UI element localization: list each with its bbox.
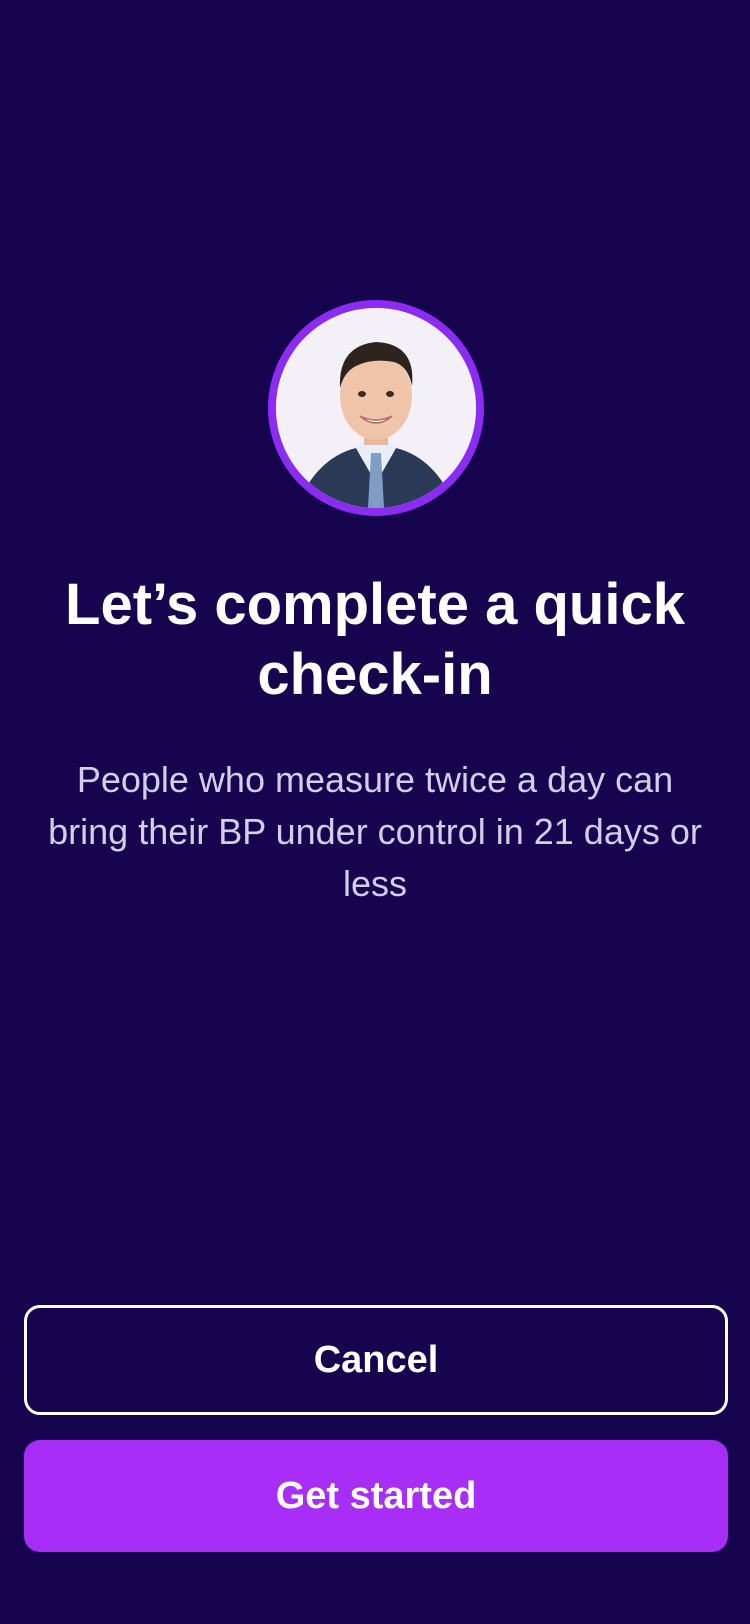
avatar-ring: [268, 300, 484, 516]
page-subtitle: People who measure twice a day can bring…: [48, 759, 702, 904]
get-started-button-label: Get started: [275, 1474, 477, 1517]
cancel-button[interactable]: Cancel: [24, 1305, 728, 1415]
coach-portrait-icon: [276, 308, 476, 508]
get-started-button[interactable]: Get started: [24, 1440, 728, 1552]
avatar: [276, 308, 476, 508]
page-title: Let’s complete a quick check-in: [65, 572, 685, 707]
cancel-button-label: Cancel: [313, 1338, 439, 1381]
